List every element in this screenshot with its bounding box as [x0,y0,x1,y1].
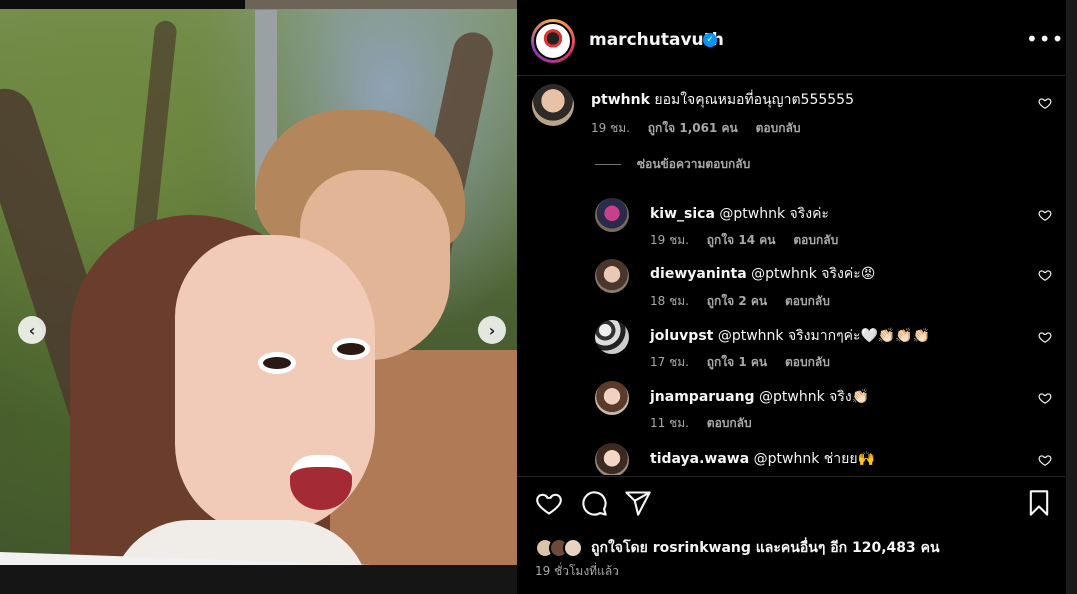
comment-likes[interactable]: ถูกใจ 1 คน [707,355,767,369]
hide-replies-label: ซ่อนข้อความตอบกลับ [637,157,751,171]
comment-username[interactable]: tidaya.wawa [650,451,749,467]
comment-time[interactable]: 11 ชม. [650,416,689,430]
person-eye [258,352,296,374]
heart-icon[interactable] [1038,96,1052,110]
comment-likes[interactable]: ถูกใจ 14 คน [707,233,776,247]
commenter-avatar[interactable] [595,320,629,354]
scrollbar[interactable] [1066,0,1077,594]
comment-time[interactable]: 19 ชม. [650,233,689,247]
divider-dash [595,164,621,165]
heart-icon[interactable] [535,489,563,517]
commenter-avatar[interactable] [595,443,629,475]
heart-icon[interactable] [1038,208,1052,222]
comment-time[interactable]: 17 ชม. [650,355,689,369]
comment-username[interactable]: jnamparuang [650,389,755,405]
comment-text: @ptwhnk จริงมากๆค่ะ🤍👏🏻👏🏻👏🏻 [717,328,931,344]
post-actions: ถูกใจโดย rosrinkwang และคนอื่นๆ อีก 120,… [517,476,1065,594]
share-icon[interactable] [624,489,652,517]
author-avatar[interactable] [531,19,575,63]
comment-likes[interactable]: ถูกใจ 1,061 คน [648,121,738,135]
likes-user-link[interactable]: rosrinkwang [653,540,751,556]
likes-prefix: ถูกใจโดย [591,540,648,556]
post-side-panel: marchutavuth ✓ ••• ptwhnk ยอมใจคุณหมอที่… [517,0,1077,594]
carousel-next-button[interactable]: › [478,316,506,344]
top-strip-image [245,0,517,9]
person-eye [332,338,370,360]
hide-replies-button[interactable]: ซ่อนข้อความตอบกลับ [595,155,750,174]
comment-text: @ptwhnk จริงค่ะ😡 [751,266,876,282]
comment-icon[interactable] [580,489,608,517]
person-mouth [290,455,352,510]
comment-time[interactable]: 18 ชม. [650,294,689,308]
reply-button[interactable]: ตอบกลับ [707,416,752,430]
commenter-avatar[interactable] [595,381,629,415]
reply-button[interactable]: ตอบกลับ [756,121,801,135]
post-header: marchutavuth ✓ ••• [517,0,1065,76]
post-time[interactable]: 19 ชั่วโมงที่แล้ว [535,562,619,581]
comments-list: ptwhnk ยอมใจคุณหมอที่อนุญาต555555 19 ชม.… [517,77,1065,475]
comment-username[interactable]: kiw_sica [650,206,715,222]
comment-username[interactable]: joluvpst [650,328,713,344]
comment-time[interactable]: 19 ชม. [591,121,630,135]
more-horizontal-icon[interactable]: ••• [1026,27,1064,51]
carousel-prev-button[interactable]: ‹ [18,316,46,344]
chevron-right-icon: › [488,320,496,340]
bookmark-icon[interactable] [1025,489,1053,517]
heart-icon[interactable] [1038,391,1052,405]
heart-icon[interactable] [1038,453,1052,467]
liker-avatar [563,538,583,558]
avatar-image [540,28,566,54]
comment-text: @ptwhnk จริง👏🏻 [759,389,870,405]
comment-text: ยอมใจคุณหมอที่อนุญาต555555 [654,92,854,108]
commenter-avatar[interactable] [595,259,629,293]
comment-text: @ptwhnk จริงค่ะ [719,206,829,222]
chevron-left-icon: ‹ [28,320,36,340]
heart-icon[interactable] [1038,268,1052,282]
likes-count[interactable]: และคนอื่นๆ อีก 120,483 คน [756,540,940,556]
comment-text: @ptwhnk ช่ายย🙌 [753,451,875,467]
media-frame-shadow [0,565,517,594]
comment-username[interactable]: ptwhnk [591,92,650,108]
post-media[interactable]: ‹ › [0,0,517,594]
commenter-avatar[interactable] [532,84,574,126]
comment-username[interactable]: diewyaninta [650,266,747,282]
verified-badge-icon: ✓ [703,33,717,47]
likes-summary[interactable]: ถูกใจโดย rosrinkwang และคนอื่นๆ อีก 120,… [535,537,940,559]
heart-icon[interactable] [1038,330,1052,344]
reply-button[interactable]: ตอบกลับ [785,355,830,369]
commenter-avatar[interactable] [595,198,629,232]
comment-likes[interactable]: ถูกใจ 2 คน [707,294,767,308]
reply-button[interactable]: ตอบกลับ [793,233,838,247]
reply-button[interactable]: ตอบกลับ [785,294,830,308]
